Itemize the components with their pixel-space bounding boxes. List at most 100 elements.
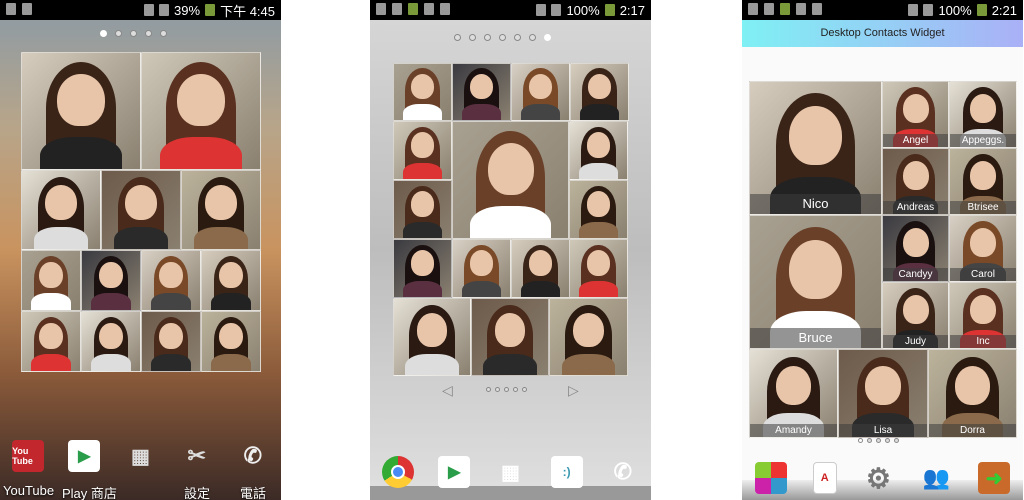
dock-label-settings[interactable]: 設定 xyxy=(184,483,210,500)
app-drawer-icon[interactable]: ▦ xyxy=(124,440,156,472)
wifi-icon xyxy=(923,4,934,16)
screen-launcher-2: 100% 2:17 ◁ ▷ ▶ ▦ :) ✆ xyxy=(370,0,651,500)
wifi-icon xyxy=(551,4,562,16)
phone-icon[interactable]: ✆ xyxy=(607,456,639,488)
chrome-icon[interactable] xyxy=(382,456,415,488)
photo-tile[interactable] xyxy=(393,63,452,121)
photo-tile[interactable] xyxy=(569,121,628,180)
contact-name: Lisa xyxy=(839,424,927,437)
play-store-icon[interactable]: ▶ xyxy=(438,456,471,488)
photo-tile[interactable] xyxy=(21,311,81,372)
document-icon[interactable]: A xyxy=(812,462,837,494)
app-drawer-icon[interactable]: ▦ xyxy=(494,456,526,488)
clock: 下午 4:45 xyxy=(220,3,275,19)
photo-tile[interactable] xyxy=(141,311,201,372)
contacts-icon[interactable]: 👥 xyxy=(920,462,952,494)
contact-tile-angel[interactable]: Angel xyxy=(882,81,949,148)
play-store-icon[interactable]: ▶ xyxy=(68,440,101,472)
contact-tile-btrisee[interactable]: Btrisee xyxy=(949,148,1017,215)
photo-tile[interactable] xyxy=(452,121,569,239)
photo-tile[interactable] xyxy=(511,63,570,121)
dock-label-play-store[interactable]: Play 商店 xyxy=(62,483,117,500)
photo-tile[interactable] xyxy=(393,239,452,298)
contact-name: Inc xyxy=(950,335,1016,348)
usb-icon xyxy=(796,3,806,15)
puzzle-icon[interactable] xyxy=(754,462,787,494)
dock: ▶ ▦ :) ✆ xyxy=(370,456,651,488)
app-title-bar: Desktop Contacts Widget xyxy=(742,20,1023,47)
page-indicator[interactable] xyxy=(100,30,167,37)
photo-tile[interactable] xyxy=(181,170,261,250)
photo-tile[interactable] xyxy=(141,52,261,170)
exit-door-icon[interactable]: ➜ xyxy=(978,462,1011,494)
battery-percent: 100% xyxy=(938,2,972,18)
settings-icon[interactable]: ✂ xyxy=(181,440,213,472)
battery-icon xyxy=(604,4,615,16)
dock-label-youtube[interactable]: YouTube xyxy=(3,483,54,498)
contact-tile-inc[interactable]: Inc xyxy=(949,282,1017,349)
contact-tile-candyy[interactable]: Candyy xyxy=(882,215,949,282)
contact-name: Andreas xyxy=(883,201,948,214)
photo-tile[interactable] xyxy=(393,121,452,180)
photo-tile[interactable] xyxy=(201,250,261,311)
clock: 2:21 xyxy=(991,2,1017,18)
wifi-icon xyxy=(159,4,170,16)
photo-tile[interactable] xyxy=(511,239,570,298)
contact-name: Candyy xyxy=(883,268,948,281)
messaging-icon[interactable]: :) xyxy=(550,456,583,488)
status-bar: 100% 2:21 xyxy=(742,0,1023,20)
phone-icon[interactable]: ✆ xyxy=(237,440,269,472)
contact-name: Carol xyxy=(950,268,1016,281)
page-indicator[interactable] xyxy=(454,34,551,41)
dock: You Tube ▶ ▦ ✂ ✆ xyxy=(0,440,281,472)
photo-tile[interactable] xyxy=(452,239,511,298)
usb-icon xyxy=(424,3,434,15)
dock-label-phone[interactable]: 電話 xyxy=(240,483,266,500)
photo-tile[interactable] xyxy=(393,180,452,239)
battery-icon xyxy=(976,4,987,16)
contact-tile-dorra[interactable]: Dorra xyxy=(928,349,1017,438)
photo-tile[interactable] xyxy=(549,298,628,376)
contact-tile-carol[interactable]: Carol xyxy=(949,215,1017,282)
contact-tile-lisa[interactable]: Lisa xyxy=(838,349,928,438)
status-bar: 39% 下午 4:45 xyxy=(0,0,281,20)
widget-page-indicator[interactable] xyxy=(486,387,527,392)
contact-tile-amandy[interactable]: Amandy xyxy=(749,349,838,438)
contact-tile-appeggs[interactable]: Appeggs. xyxy=(949,81,1017,148)
photo-tile[interactable] xyxy=(201,311,261,372)
contact-tile-bruce[interactable]: Bruce xyxy=(749,215,882,349)
usb-icon xyxy=(6,3,16,15)
nfc-icon xyxy=(144,4,155,16)
photo-tile[interactable] xyxy=(21,52,141,170)
photo-tile[interactable] xyxy=(471,298,549,376)
contact-tile-judy[interactable]: Judy xyxy=(882,282,949,349)
photo-tile[interactable] xyxy=(81,311,141,372)
photo-tile[interactable] xyxy=(101,170,181,250)
youtube-icon[interactable]: You Tube xyxy=(12,440,45,472)
photo-tile[interactable] xyxy=(393,298,471,376)
photo-tile[interactable] xyxy=(569,180,628,239)
battery-icon xyxy=(205,4,216,16)
prev-page-arrow[interactable]: ◁ xyxy=(442,382,453,399)
screen-launcher-1: 39% 下午 4:45 You Tube ▶ ▦ ✂ ✆ YouTube Pla… xyxy=(0,0,281,500)
gear-icon[interactable]: ⚙ xyxy=(862,462,894,494)
photo-tile[interactable] xyxy=(569,239,628,298)
contact-tile-nico[interactable]: Nico xyxy=(749,81,882,215)
contact-name: Btrisee xyxy=(950,201,1016,214)
android-icon xyxy=(22,3,32,15)
page-indicator[interactable] xyxy=(858,438,899,443)
photo-tile[interactable] xyxy=(21,250,81,311)
contact-name: Angel xyxy=(883,134,948,147)
photo-tile[interactable] xyxy=(81,250,141,311)
next-page-arrow[interactable]: ▷ xyxy=(568,382,579,399)
photo-tile[interactable] xyxy=(570,63,629,121)
bluetooth-icon xyxy=(908,4,919,16)
contact-name: Bruce xyxy=(750,328,881,348)
contact-name: Appeggs. xyxy=(950,134,1016,147)
photo-tile[interactable] xyxy=(452,63,511,121)
contact-tile-andreas[interactable]: Andreas xyxy=(882,148,949,215)
photo-tile[interactable] xyxy=(141,250,201,311)
contact-name: Nico xyxy=(750,194,881,214)
photo-tile[interactable] xyxy=(21,170,101,250)
toolbar: A ⚙ 👥 ➜ xyxy=(742,462,1023,494)
